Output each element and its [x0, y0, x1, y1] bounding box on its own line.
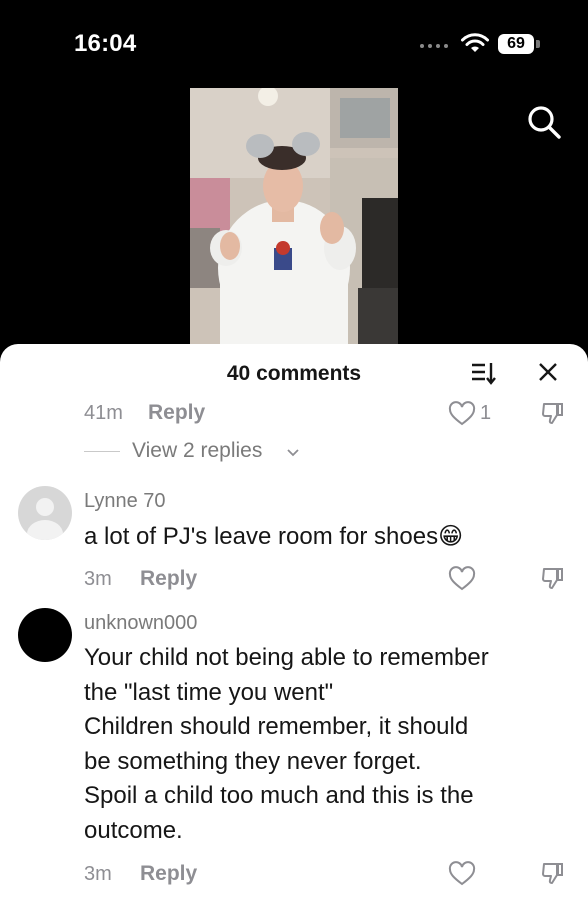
comment-username[interactable]: Lynne 70: [84, 490, 166, 513]
like-count: 1: [480, 402, 492, 424]
heart-icon[interactable]: [448, 861, 476, 887]
search-icon[interactable]: [526, 104, 562, 140]
status-time: 16:04: [74, 30, 137, 57]
comment-text: Your child not being able to remember th…: [84, 641, 489, 848]
comment-text-line: be something they never forget.: [84, 747, 422, 775]
default-avatar-icon: [27, 498, 63, 540]
comment-text-line: outcome.: [84, 816, 183, 844]
comment-username[interactable]: unknown000: [84, 612, 197, 635]
battery-cap: [536, 40, 540, 48]
dislike-icon[interactable]: [540, 861, 566, 887]
view-replies-link[interactable]: View 2 replies: [132, 439, 262, 463]
reply-button[interactable]: Reply: [140, 567, 197, 591]
sort-icon[interactable]: [470, 360, 496, 386]
comment-text-line: Children should remember, it should: [84, 713, 469, 740]
video-frame-image: [190, 88, 398, 344]
avatar[interactable]: [18, 608, 72, 662]
video-preview[interactable]: [190, 88, 398, 344]
chevron-down-icon[interactable]: [286, 446, 300, 460]
comments-sheet: 40 comments 41m Reply 1 View 2 replies L…: [0, 344, 588, 900]
comment-text-line: Your child not being able to remember: [84, 644, 489, 671]
wifi-icon: [461, 33, 489, 52]
replies-divider: [84, 451, 120, 452]
status-bar: 16:04 69: [0, 0, 588, 80]
comment-text-line: the "last time you went": [84, 678, 334, 706]
comment-text: a lot of PJ's leave room for shoes😁: [84, 523, 464, 550]
battery-icon: 69: [498, 34, 534, 54]
signal-icon: [420, 44, 448, 48]
dislike-icon[interactable]: [540, 401, 566, 427]
avatar[interactable]: [18, 486, 72, 540]
comment-age: 3m: [84, 568, 112, 590]
reply-button[interactable]: Reply: [148, 401, 205, 425]
reply-button[interactable]: Reply: [140, 862, 197, 886]
comment-count: 40 comments: [226, 362, 362, 385]
dislike-icon[interactable]: [540, 566, 566, 592]
comment-age: 41m: [84, 402, 123, 424]
heart-icon[interactable]: [448, 566, 476, 592]
comments-header: 40 comments: [0, 344, 588, 400]
comment-text-line: Spoil a child too much and this is the: [84, 782, 474, 809]
close-icon[interactable]: [536, 360, 560, 384]
comment-age: 3m: [84, 863, 112, 885]
heart-icon[interactable]: [448, 401, 476, 427]
